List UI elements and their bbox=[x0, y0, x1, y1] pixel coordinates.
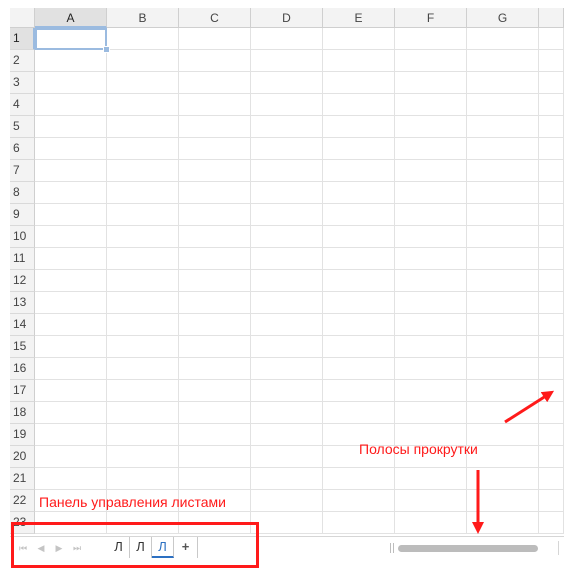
annotation-arrows bbox=[472, 390, 555, 534]
arrow-to-vertical-scrollbar bbox=[504, 390, 555, 424]
